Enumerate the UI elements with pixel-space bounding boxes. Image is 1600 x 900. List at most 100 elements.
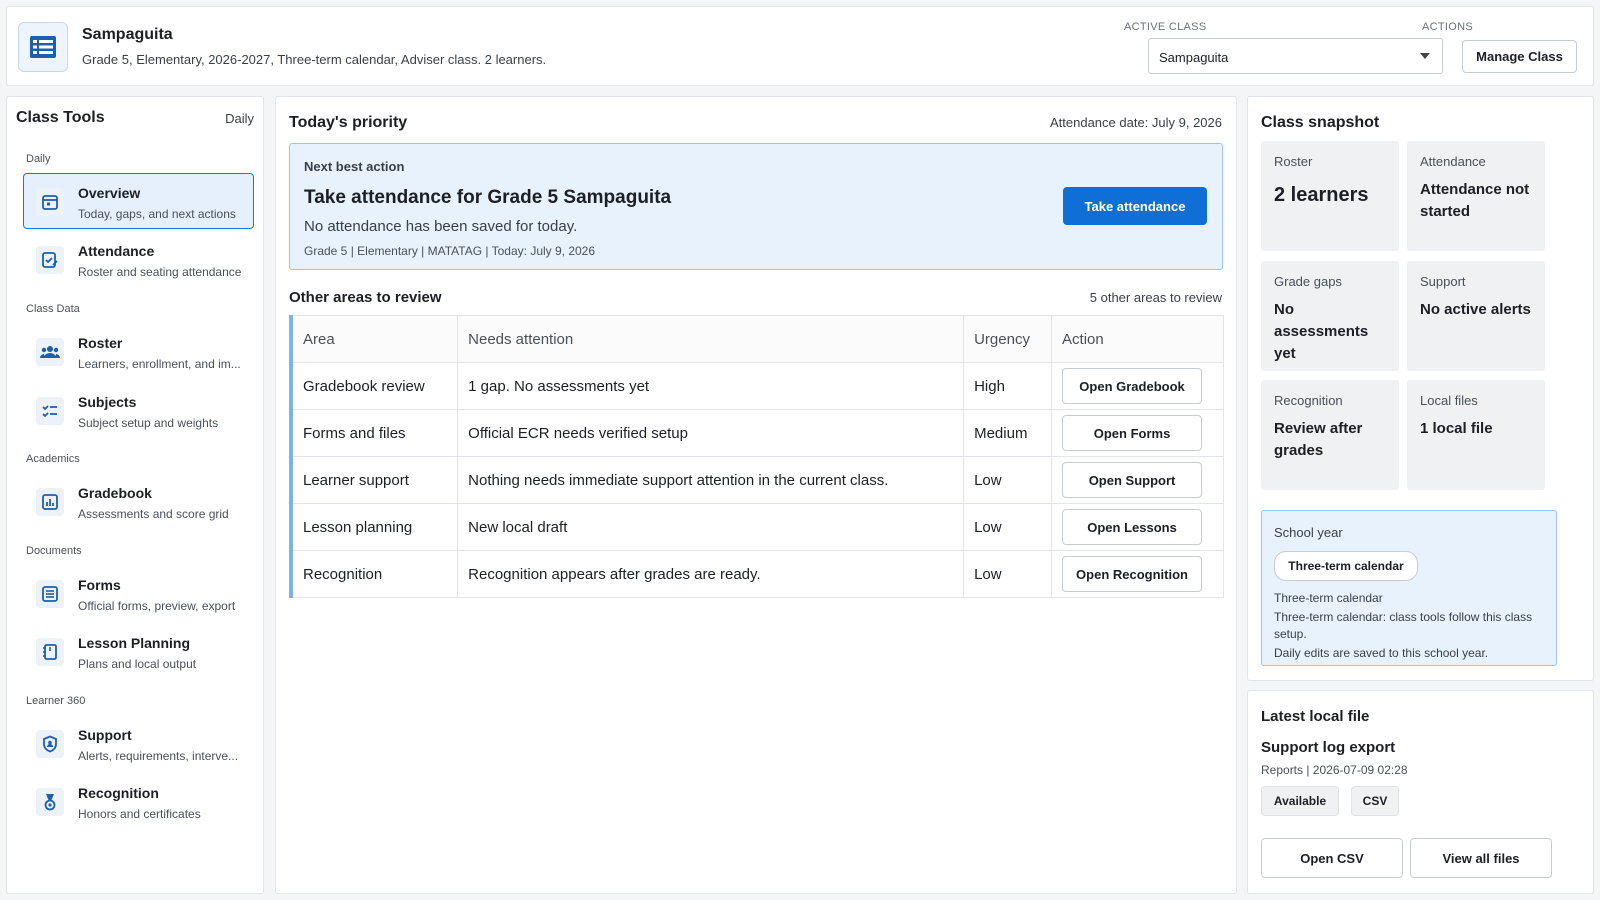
- cell-needs: Recognition appears after grades are rea…: [457, 550, 965, 598]
- cell-action: Open Forms: [1051, 409, 1224, 457]
- next-best-action-card: Next best action Take attendance for Gra…: [289, 143, 1223, 270]
- card-label: Support: [1420, 274, 1466, 289]
- priority-kicker: Next best action: [304, 159, 405, 174]
- cell-area: Forms and files: [289, 409, 459, 457]
- chart-add-icon: [36, 488, 64, 516]
- checklist-edit-icon: [36, 246, 64, 274]
- latest-file-meta: Reports | 2026-07-09 02:28: [1261, 763, 1408, 777]
- calendar-icon: [36, 188, 64, 216]
- priority-meta: Grade 5 | Elementary | MATATAG | Today: …: [304, 244, 596, 258]
- cell-area: Learner support: [289, 456, 459, 504]
- sidebar-item-label: Overview: [78, 185, 141, 201]
- card-label: Roster: [1274, 154, 1313, 169]
- snapshot-card-recognition: Recognition Review after grades: [1261, 380, 1399, 490]
- latest-file-title: Latest local file: [1261, 708, 1370, 725]
- chevron-down-icon: [1420, 53, 1430, 59]
- sidebar-item-roster[interactable]: Roster Learners, enrollment, and im...: [23, 323, 254, 379]
- open-csv-button[interactable]: Open CSV: [1261, 838, 1403, 878]
- snapshot-card-support: Support No active alerts: [1407, 261, 1545, 371]
- table-row: Lesson planning New local draft Low Open…: [289, 503, 1224, 551]
- column-header-needs: Needs attention: [457, 315, 965, 363]
- sidebar-item-recognition[interactable]: Recognition Honors and certificates: [23, 773, 254, 829]
- actions-label: ACTIONS: [1422, 21, 1473, 33]
- school-year-card: School year Three-term calendar Three-te…: [1261, 510, 1557, 666]
- file-type-badge: CSV: [1351, 786, 1399, 816]
- cell-urgency: High: [963, 362, 1053, 410]
- sidebar-item-label: Gradebook: [78, 485, 152, 501]
- column-header-area: Area: [289, 315, 459, 363]
- school-year-line: Three-term calendar: class tools follow …: [1274, 610, 1533, 641]
- list-check-icon: [36, 397, 64, 425]
- sidebar-item-gradebook[interactable]: Gradebook Assessments and score grid: [23, 473, 254, 529]
- column-header-urgency: Urgency: [963, 315, 1053, 363]
- snapshot-title: Class snapshot: [1261, 114, 1380, 131]
- cell-needs: New local draft: [457, 503, 965, 551]
- sidebar-item-support[interactable]: Support Alerts, requirements, interve...: [23, 715, 254, 771]
- take-attendance-button[interactable]: Take attendance: [1063, 187, 1207, 225]
- open-lessons-button[interactable]: Open Lessons: [1062, 509, 1203, 545]
- sidebar-item-desc: Today, gaps, and next actions: [78, 207, 236, 221]
- attendance-date: Attendance date: July 9, 2026: [1049, 115, 1222, 130]
- cell-urgency: Low: [963, 456, 1053, 504]
- sidebar-item-desc: Subject setup and weights: [78, 416, 219, 430]
- cell-needs: 1 gap. No assessments yet: [457, 362, 965, 410]
- people-icon: [36, 338, 64, 366]
- table-row: Learner support Nothing needs immediate …: [289, 456, 1224, 504]
- sidebar-mode: Daily: [225, 111, 254, 126]
- card-value: No active alerts: [1420, 301, 1531, 318]
- active-class-value: Sampaguita: [1159, 50, 1229, 65]
- school-year-line: Three-term calendar: [1274, 591, 1383, 605]
- group-label-academics: Academics: [26, 453, 80, 465]
- class-snapshot-panel: Class snapshot Roster 2 learners Attenda…: [1247, 96, 1594, 681]
- view-all-files-button[interactable]: View all files: [1410, 838, 1552, 878]
- cell-needs: Official ECR needs verified setup: [457, 409, 965, 457]
- card-value: No assessments yet: [1274, 301, 1369, 362]
- card-value: 2 learners: [1274, 184, 1369, 206]
- active-class-select[interactable]: Sampaguita: [1148, 38, 1443, 74]
- sidebar-item-forms[interactable]: Forms Official forms, preview, export: [23, 565, 254, 621]
- group-label-daily: Daily: [26, 153, 51, 165]
- sidebar-item-overview[interactable]: Overview Today, gaps, and next actions: [23, 173, 254, 229]
- sidebar-item-lesson-planning[interactable]: Lesson Planning Plans and local output: [23, 623, 254, 679]
- open-gradebook-button[interactable]: Open Gradebook: [1062, 368, 1203, 404]
- sidebar-item-desc: Honors and certificates: [78, 807, 201, 821]
- sidebar-item-label: Recognition: [78, 785, 159, 801]
- calendar-chip: Three-term calendar: [1274, 551, 1418, 581]
- table-row: Gradebook review 1 gap. No assessments y…: [289, 362, 1224, 410]
- notebook-icon: [36, 638, 64, 666]
- cell-action: Open Gradebook: [1051, 362, 1224, 410]
- sidebar-item-desc: Assessments and score grid: [78, 507, 229, 521]
- open-recognition-button[interactable]: Open Recognition: [1062, 556, 1203, 592]
- priority-text: No attendance has been saved for today.: [304, 218, 578, 235]
- class-header: Sampaguita Grade 5, Elementary, 2026-202…: [6, 6, 1594, 86]
- table-row: Forms and files Official ECR needs verif…: [289, 409, 1224, 457]
- cell-urgency: Low: [963, 550, 1053, 598]
- sidebar-item-label: Subjects: [78, 394, 137, 410]
- card-value: 1 local file: [1420, 420, 1493, 437]
- sidebar-item-desc: Official forms, preview, export: [78, 599, 236, 613]
- card-label: Attendance: [1420, 154, 1486, 169]
- cell-area: Lesson planning: [289, 503, 459, 551]
- manage-class-button[interactable]: Manage Class: [1462, 40, 1577, 73]
- review-title: Other areas to review: [289, 289, 442, 306]
- column-header-action: Action: [1051, 315, 1224, 363]
- sidebar-item-label: Forms: [78, 577, 121, 593]
- school-year-line: Daily edits are saved to this school yea…: [1274, 646, 1489, 660]
- school-year-label: School year: [1274, 525, 1343, 540]
- form-icon: [36, 580, 64, 608]
- group-label-class-data: Class Data: [26, 303, 80, 315]
- cell-action: Open Lessons: [1051, 503, 1224, 551]
- card-label: Local files: [1420, 393, 1478, 408]
- sidebar-item-subjects[interactable]: Subjects Subject setup and weights: [23, 382, 254, 438]
- cell-urgency: Medium: [963, 409, 1053, 457]
- open-forms-button[interactable]: Open Forms: [1062, 415, 1203, 451]
- sidebar-item-attendance[interactable]: Attendance Roster and seating attendance: [23, 231, 254, 287]
- sidebar-item-desc: Roster and seating attendance: [78, 265, 242, 279]
- cell-needs: Nothing needs immediate support attentio…: [457, 456, 965, 504]
- card-value: Review after grades: [1274, 420, 1363, 459]
- card-label: Recognition: [1274, 393, 1343, 408]
- priority-headline: Take attendance for Grade 5 Sampaguita: [304, 187, 672, 208]
- shield-person-icon: [36, 730, 64, 758]
- open-support-button[interactable]: Open Support: [1062, 462, 1203, 498]
- card-value: Attendance not started: [1420, 181, 1530, 220]
